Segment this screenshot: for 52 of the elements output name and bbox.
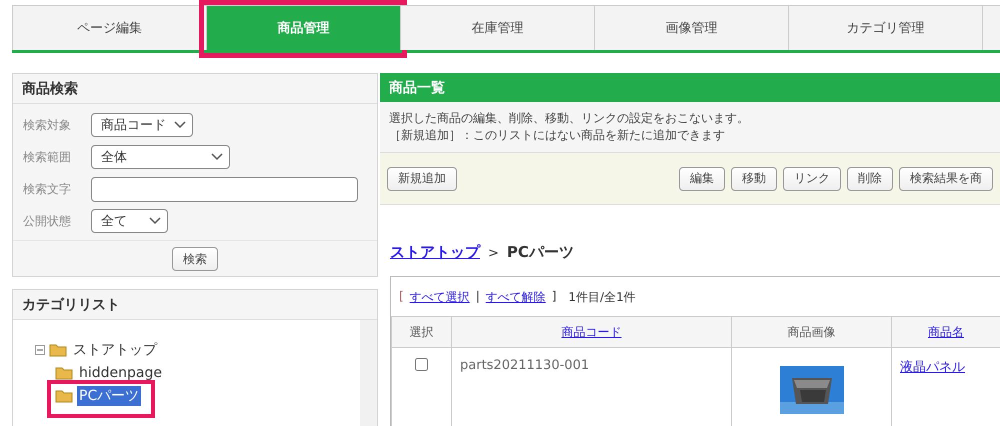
action-button[interactable]: 移動 xyxy=(731,166,777,190)
select-field[interactable]: 商品コード xyxy=(91,113,193,137)
bracket: ] xyxy=(552,289,556,305)
breadcrumb-link[interactable]: ストアトップ xyxy=(390,243,480,262)
select-all-link[interactable]: すべて選択 xyxy=(410,289,470,306)
search-button[interactable]: 検索 xyxy=(172,247,218,271)
sort-link[interactable]: 商品名 xyxy=(928,324,964,340)
column-header[interactable]: 商品名 xyxy=(891,316,1000,347)
description-text: ［新規追加］：このリストにはない商品を新たに追加できます xyxy=(389,127,726,144)
column-header[interactable]: 商品コード xyxy=(451,316,731,347)
description-text: 選択した商品の編集、削除、移動、リンクの設定をおこないます。 xyxy=(389,110,750,127)
panel-title: 商品検索 xyxy=(13,74,377,104)
scrollbar[interactable] xyxy=(360,320,377,426)
panel-title: 商品一覧 xyxy=(380,73,1000,102)
folder-icon xyxy=(55,365,73,380)
field-label: 検索対象 xyxy=(23,116,72,134)
breadcrumb-separator: > xyxy=(488,246,499,261)
sort-link[interactable]: 商品コード xyxy=(562,324,622,340)
nav-tab[interactable]: カテゴリ管理 xyxy=(789,5,983,50)
nav-tab[interactable]: ページ編集 xyxy=(12,5,207,50)
action-button[interactable]: 新規追加 xyxy=(387,166,457,190)
breadcrumb-current: PCパーツ xyxy=(506,243,574,262)
row-checkbox[interactable] xyxy=(415,358,428,371)
deselect-all-link[interactable]: すべて解除 xyxy=(486,289,546,306)
tree-item[interactable]: PCパーツ xyxy=(77,386,142,406)
bracket: [ xyxy=(399,289,404,305)
nav-tab[interactable]: 在庫管理 xyxy=(401,5,595,50)
action-button[interactable]: 検索結果を商 xyxy=(899,166,993,190)
column-header: 商品画像 xyxy=(731,316,891,347)
select-field[interactable]: 全体 xyxy=(91,145,230,169)
folder-icon xyxy=(55,388,73,403)
chevron-down-icon xyxy=(211,153,223,161)
input-field[interactable] xyxy=(91,176,358,202)
separator: | xyxy=(476,289,480,305)
table-cell: parts20211130-001 xyxy=(451,347,731,426)
chevron-down-icon xyxy=(174,121,186,129)
result-count: 1件目/全1件 xyxy=(568,289,636,306)
tree-item[interactable]: hiddenpage xyxy=(77,364,164,382)
action-button[interactable]: 削除 xyxy=(847,166,893,190)
action-button[interactable]: 編集 xyxy=(679,166,725,190)
chevron-down-icon xyxy=(149,217,161,225)
field-label: 検索文字 xyxy=(23,180,72,198)
folder-icon xyxy=(49,342,67,357)
tree-item[interactable]: ストアトップ xyxy=(71,340,159,360)
select-field[interactable]: 全て xyxy=(91,209,168,233)
collapse-icon[interactable] xyxy=(35,344,45,354)
product-name-link[interactable]: 液晶パネル xyxy=(900,358,965,417)
column-header: 選択 xyxy=(391,316,451,347)
nav-tab[interactable]: 画像管理 xyxy=(595,5,789,50)
field-label: 検索範囲 xyxy=(23,148,72,166)
field-label: 公開状態 xyxy=(23,212,72,230)
action-button[interactable]: リンク xyxy=(783,166,841,190)
